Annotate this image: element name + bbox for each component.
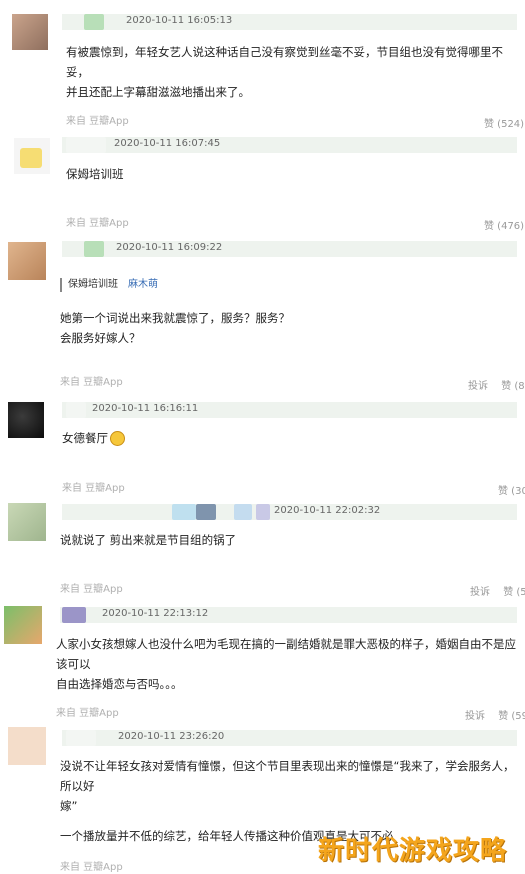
username-blurred[interactable] <box>172 504 196 520</box>
comment-source: 来自 豆瓣App <box>60 377 123 388</box>
comment-text: 她第一个词说出来我就震惊了，服务？服务？ 会服务好嫁人？ <box>60 311 290 345</box>
comment-text: 说就说了 剪出来就是节目组的锅了 <box>60 533 237 547</box>
username-blurred[interactable] <box>196 504 216 520</box>
comment-timestamp: 2020-10-11 16:05:13 <box>126 15 233 26</box>
username-blurred[interactable] <box>66 137 106 153</box>
comment-timestamp: 2020-10-11 16:16:11 <box>92 403 199 414</box>
comment-text: 保姆培训班 <box>66 167 124 181</box>
user-avatar[interactable] <box>12 14 48 50</box>
username-blurred[interactable] <box>84 241 104 257</box>
report-button[interactable]: 投诉 <box>468 381 488 392</box>
grin-emoji-icon <box>110 431 125 446</box>
report-button[interactable]: 投诉 <box>470 587 490 598</box>
like-count[interactable]: 赞 (8) <box>501 381 525 392</box>
username-blurred[interactable] <box>234 504 252 520</box>
user-avatar[interactable] <box>8 503 46 541</box>
comment-source: 来自 豆瓣App <box>66 116 129 127</box>
comment-meta-bar: 2020-10-11 23:26:20 <box>62 730 517 746</box>
quoted-reply[interactable]: 保姆培训班 麻木萌 <box>60 278 158 292</box>
like-count[interactable]: 赞 (5) <box>503 587 525 598</box>
like-count[interactable]: 赞 (30) <box>488 482 525 497</box>
comment-meta-bar: 2020-10-11 16:07:45 <box>62 137 517 153</box>
comment-timestamp: 2020-10-11 22:13:12 <box>102 608 209 619</box>
comment-timestamp: 2020-10-11 16:09:22 <box>116 242 223 253</box>
comment-text: 女德餐厅 <box>62 428 512 448</box>
comment-text: 人家小女孩想嫁人也没什么吧为毛现在搞的一副结婚就是罪大恶极的样子，婚姻自由不是应… <box>56 637 516 691</box>
user-avatar[interactable] <box>8 402 44 438</box>
quoted-username[interactable]: 麻木萌 <box>128 279 158 290</box>
comment-source: 来自 豆瓣App <box>62 483 125 494</box>
comment-timestamp: 2020-10-11 22:02:32 <box>274 505 381 516</box>
like-count[interactable]: 赞 (524) <box>474 115 524 130</box>
comment-timestamp: 2020-10-11 16:07:45 <box>114 138 221 149</box>
user-avatar[interactable] <box>8 242 46 280</box>
like-count[interactable]: 赞 (476) <box>474 217 524 232</box>
user-avatar[interactable] <box>14 138 50 174</box>
username-blurred[interactable] <box>84 14 104 30</box>
like-count[interactable]: 赞 (59) <box>498 711 525 722</box>
avatar-yellow-shape <box>20 148 42 168</box>
comment-text: 有被震惊到，年轻女艺人说这种话自己没有察觉到丝毫不妥，节目组也没有觉得哪里不妥，… <box>66 45 503 99</box>
watermark-text: 新时代游戏攻略 <box>318 836 508 866</box>
comment-actions: 投诉 赞 (8) <box>468 377 525 392</box>
comment-source: 来自 豆瓣App <box>60 584 123 595</box>
comment-meta-bar: 2020-10-11 22:13:12 <box>60 607 517 623</box>
comment-source: 来自 豆瓣App <box>60 862 123 873</box>
username-blurred[interactable] <box>62 607 86 623</box>
user-avatar[interactable] <box>4 606 42 644</box>
username-blurred[interactable] <box>66 730 96 746</box>
comment-meta-bar: 2020-10-11 16:09:22 <box>62 241 517 257</box>
comment-actions: 投诉 赞 (59) <box>465 707 525 722</box>
comment-source: 来自 豆瓣App <box>66 218 129 229</box>
comment-timestamp: 2020-10-11 23:26:20 <box>118 731 225 742</box>
comment-meta-bar: 2020-10-11 16:05:13 <box>62 14 517 30</box>
comment-actions: 投诉 赞 (5) <box>470 583 525 598</box>
username-blurred[interactable] <box>256 504 270 520</box>
username-blurred[interactable] <box>66 402 86 418</box>
user-avatar[interactable] <box>8 727 46 765</box>
comment-meta-bar: 2020-10-11 22:02:32 <box>62 504 517 520</box>
comment-source: 来自 豆瓣App <box>56 708 119 719</box>
report-button[interactable]: 投诉 <box>465 711 485 722</box>
comment-meta-bar: 2020-10-11 16:16:11 <box>62 402 517 418</box>
